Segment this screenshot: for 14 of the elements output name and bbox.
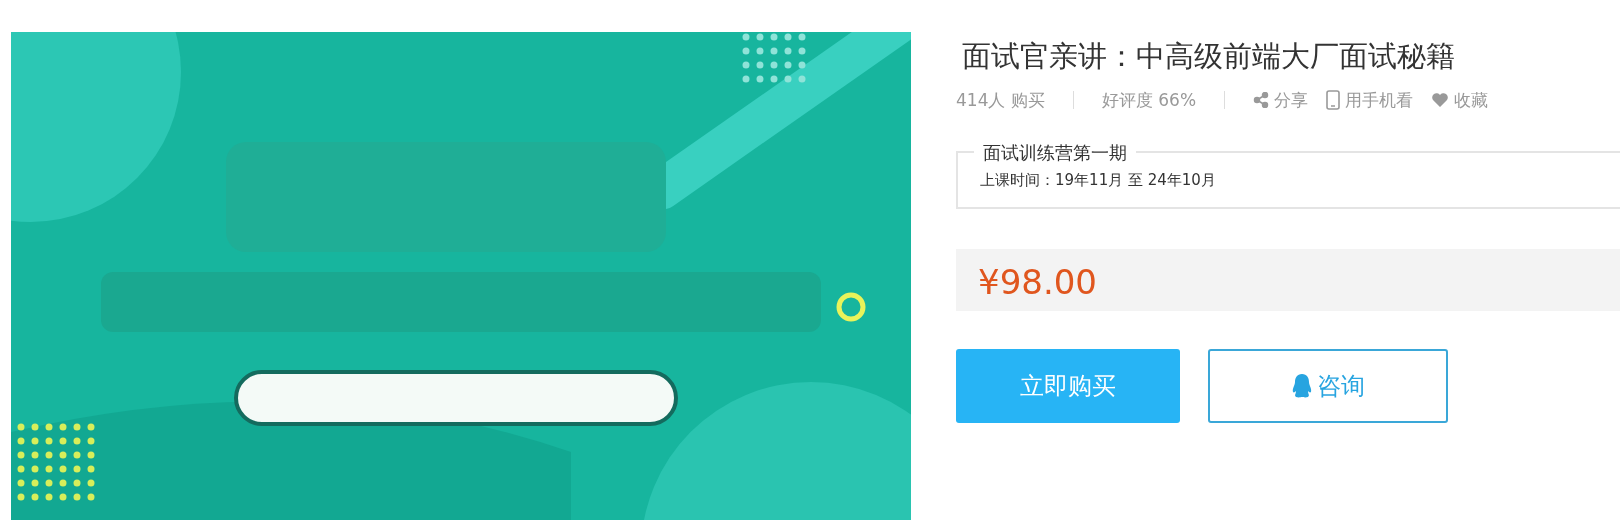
heart-link[interactable]: 收藏 [1454, 87, 1489, 114]
rating-text: 好评度 66% [1101, 88, 1197, 112]
penguin-icon [1291, 373, 1313, 400]
buy-button[interactable]: 立即购买 [956, 349, 1180, 424]
consult-button[interactable]: 咨询 [1208, 349, 1448, 424]
course-title: 面试官亲讲：中高级前端大厂面试秘籍 [962, 38, 1456, 75]
heart-icon [1431, 92, 1450, 109]
phone-icon [1326, 90, 1341, 111]
purchase-count: 414人 购买 [956, 88, 1045, 112]
phone-link[interactable]: 用手机看 [1345, 87, 1414, 114]
share-icon [1253, 92, 1270, 109]
share-link[interactable]: 分享 [1274, 87, 1309, 114]
price-text: ¥98.00 [978, 262, 1097, 303]
session-time: 上课时间：19年11月 至 24年10月 [980, 171, 1216, 190]
